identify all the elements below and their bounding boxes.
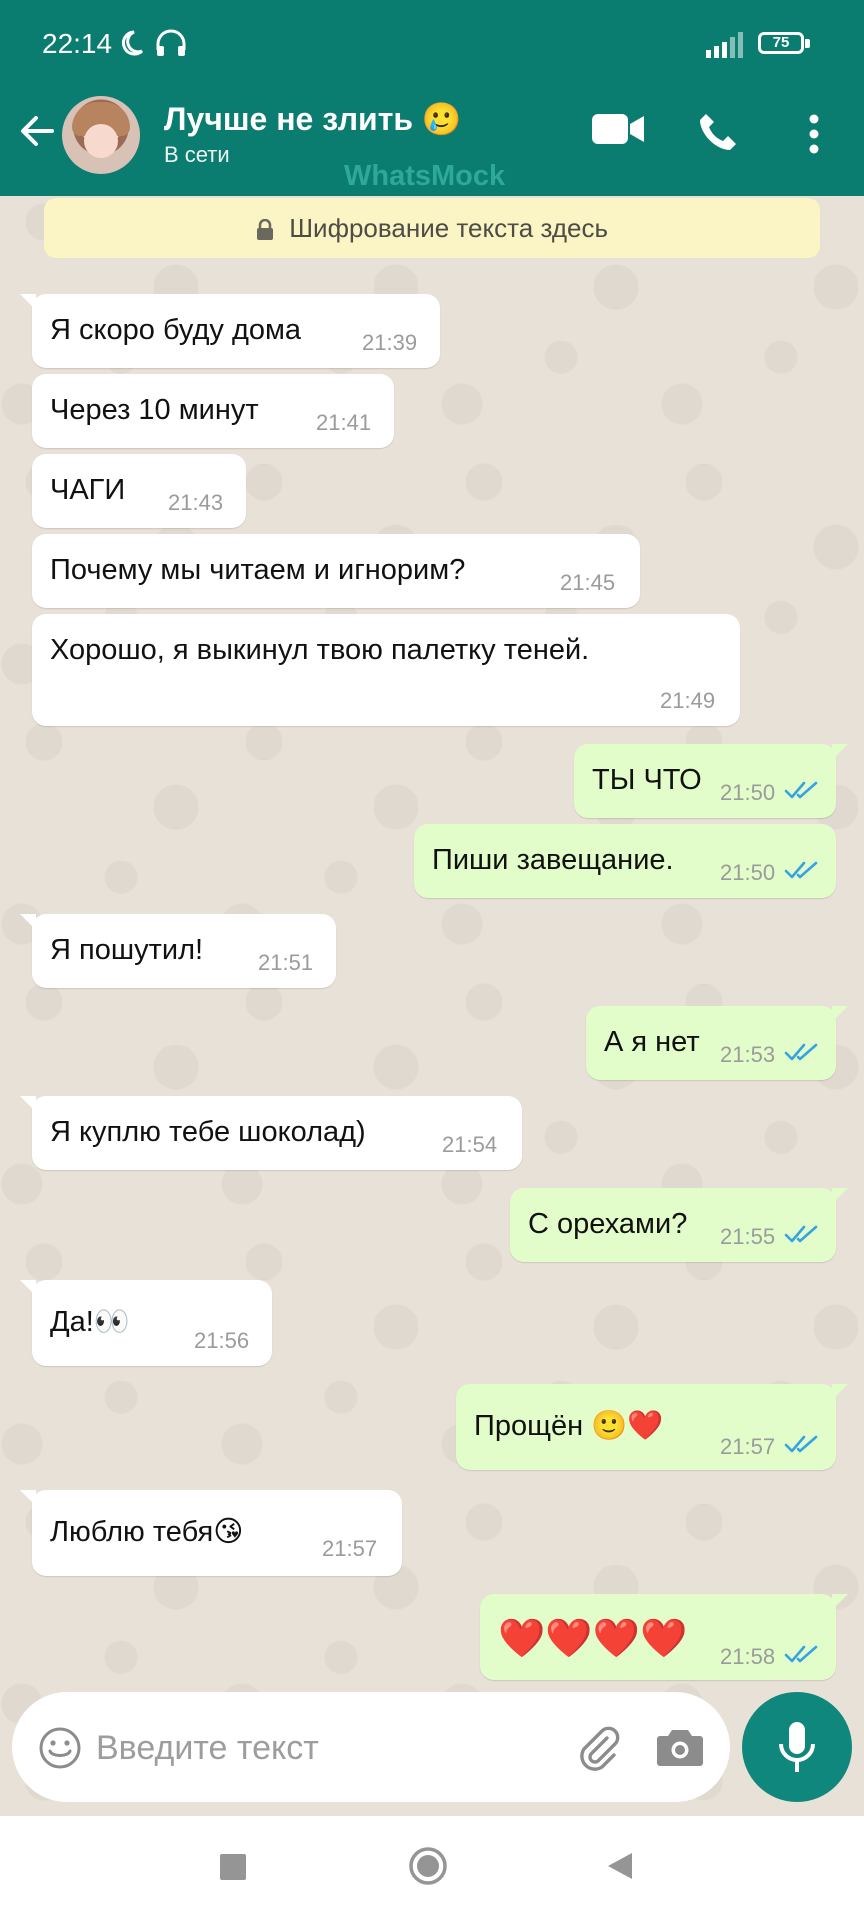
message-time: 21:51 (258, 950, 314, 975)
headset-icon (156, 29, 186, 56)
message-text: С орехами? (528, 1208, 688, 1240)
message-time: 21:45 (560, 570, 616, 595)
message-text: ТЫ ЧТО (592, 764, 702, 796)
home-button[interactable] (408, 1846, 448, 1886)
message-bubble-outgoing[interactable]: Прощён 🙂❤️ 21:57 (456, 1384, 848, 1470)
double-check-icon (784, 781, 818, 799)
message-bubble-outgoing[interactable]: ❤️❤️❤️❤️ 21:58 (480, 1594, 848, 1680)
message-bubble-incoming[interactable]: Через 10 минут 21:41 (32, 374, 394, 448)
status-bar: 22:14 75 (0, 0, 864, 90)
attach-icon[interactable] (574, 1724, 622, 1772)
message-bubble-outgoing[interactable]: Пиши завещание. 21:50 (414, 824, 836, 898)
message-time: 21:50 (720, 860, 776, 885)
emoji-picker-icon[interactable] (38, 1726, 82, 1770)
message-bubble-incoming[interactable]: ЧАГИ 21:43 (32, 454, 246, 528)
message-text: ЧАГИ (50, 474, 126, 506)
message-text: Люблю тебя😘 (50, 1514, 244, 1548)
message-text: Прощён 🙂❤️ (474, 1408, 664, 1442)
message-bubble-incoming[interactable]: Я пошутил! 21:51 (20, 914, 336, 988)
message-bubble-outgoing[interactable]: А я нет 21:53 (586, 1006, 848, 1080)
double-check-icon (784, 1043, 818, 1061)
message-time: 21:53 (720, 1042, 776, 1067)
message-time: 21:57 (322, 1536, 378, 1561)
contact-name-label[interactable]: Лучше не злить 🥲 (164, 100, 462, 138)
watermark: WhatsMock (344, 160, 506, 192)
message-text: Хорошо, я выкинул твою палетку теней. (50, 634, 590, 666)
signal-icon (706, 32, 743, 58)
message-bubble-incoming[interactable]: Я куплю тебе шоколад) 21:54 (20, 1096, 522, 1170)
message-time: 21:50 (720, 780, 776, 805)
message-text: Я скоро буду дома (50, 314, 302, 346)
double-check-icon (784, 861, 818, 879)
moon-icon (121, 30, 144, 56)
double-check-icon (784, 1645, 818, 1663)
eyes-emoji: 👀 (93, 1304, 130, 1338)
message-text: Я куплю тебе шоколад) (50, 1116, 366, 1148)
video-call-icon[interactable] (592, 112, 646, 146)
chat-header: 22:14 75 Лучше не злить 🥲 В сети WhatsMo… (0, 0, 864, 196)
mic-button[interactable] (742, 1692, 852, 1802)
contact-name: Лучше не злить (164, 101, 414, 137)
double-check-icon (784, 1435, 818, 1453)
double-check-icon (784, 1225, 818, 1243)
message-text: Да!👀 (50, 1304, 130, 1338)
back-arrow-icon[interactable] (16, 110, 58, 152)
recent-apps-button[interactable] (220, 1854, 246, 1880)
message-time: 21:54 (442, 1132, 498, 1157)
encryption-notice[interactable]: Шифрование текста здесь (44, 198, 820, 258)
message-bubble-incoming[interactable]: Да!👀 21:56 (20, 1280, 272, 1366)
message-input[interactable] (94, 1718, 558, 1778)
message-bubble-incoming[interactable]: Почему мы читаем и игнорим? 21:45 (32, 534, 640, 608)
camera-icon[interactable] (656, 1726, 704, 1768)
back-button[interactable] (606, 1851, 634, 1881)
message-time: 21:56 (194, 1328, 250, 1353)
kiss-emoji: 😘 (213, 1514, 244, 1548)
message-bubble-outgoing[interactable]: ТЫ ЧТО 21:50 (574, 744, 848, 818)
message-text: А я нет (604, 1026, 700, 1058)
message-bubble-incoming[interactable]: Хорошо, я выкинул твою палетку теней. 21… (32, 614, 740, 726)
contact-avatar[interactable] (62, 96, 140, 174)
hearts-emoji: ❤️❤️❤️❤️ (498, 1616, 688, 1660)
more-options-icon[interactable] (808, 114, 820, 154)
smile-heart-emoji: 🙂❤️ (591, 1408, 664, 1442)
message-text: Пиши завещание. (432, 844, 674, 876)
message-time: 21:49 (660, 688, 716, 713)
message-text: Через 10 минут (50, 394, 259, 426)
message-bubble-incoming[interactable]: Люблю тебя😘 21:57 (20, 1490, 402, 1576)
message-bubble-outgoing[interactable]: С орехами? 21:55 (510, 1188, 848, 1262)
message-time: 21:55 (720, 1224, 776, 1249)
microphone-icon (779, 1722, 815, 1772)
battery-indicator: 75 (758, 32, 810, 54)
message-time: 21:43 (168, 490, 224, 515)
contact-online-status: В сети (164, 142, 230, 167)
message-time: 21:57 (720, 1434, 776, 1459)
message-text: Почему мы читаем и игнорим? (50, 554, 466, 586)
message-time: 21:39 (362, 330, 418, 355)
lock-icon (256, 219, 273, 240)
message-bubble-incoming[interactable]: Я скоро буду дома 21:39 (20, 294, 440, 368)
phone-call-icon[interactable] (696, 110, 740, 154)
message-time: 21:41 (316, 410, 372, 435)
encryption-notice-text: Шифрование текста здесь (289, 213, 608, 243)
contact-name-emoji: 🥲 (421, 100, 462, 138)
status-time: 22:14 (42, 28, 113, 59)
message-time: 21:58 (720, 1644, 776, 1669)
message-text: Я пошутил! (50, 934, 204, 966)
